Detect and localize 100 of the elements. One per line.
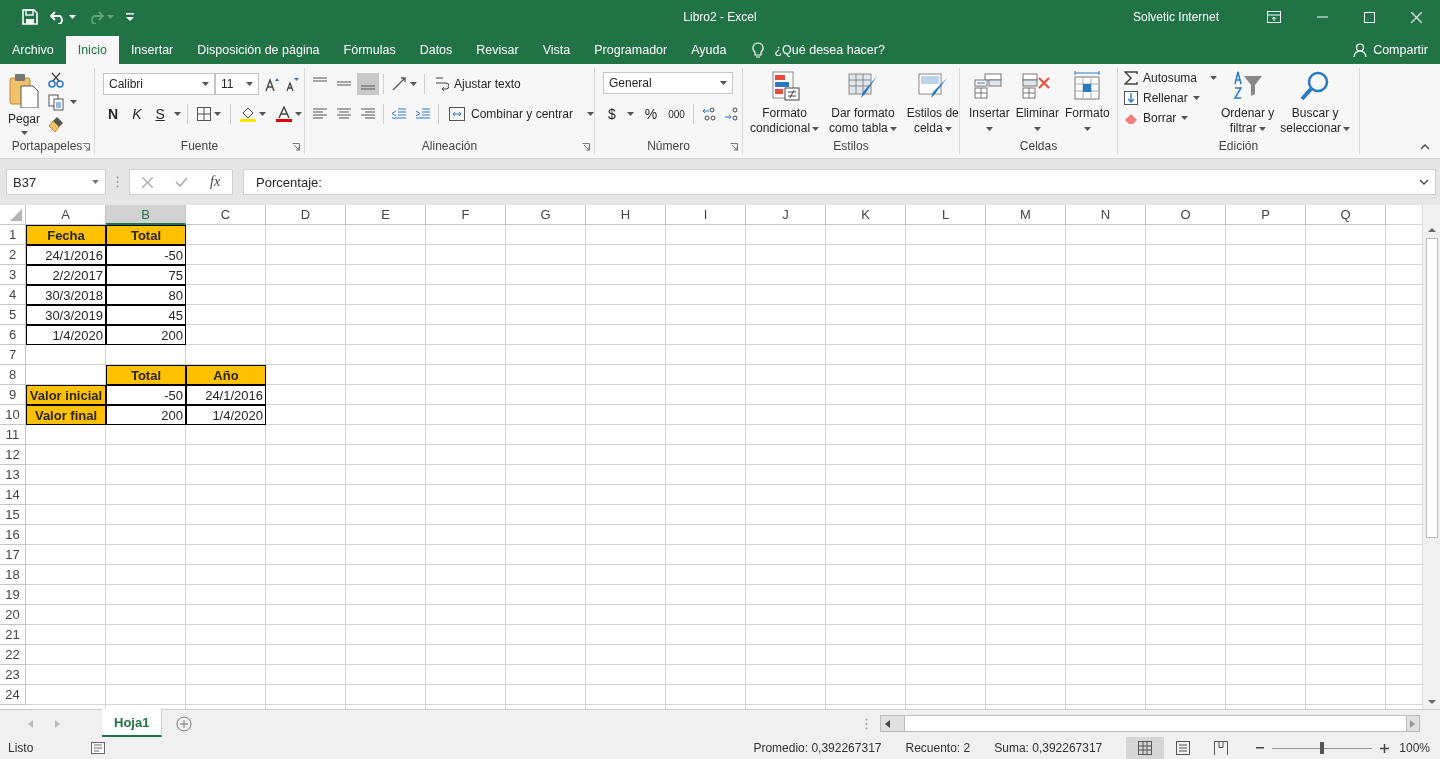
- row-header[interactable]: 3: [0, 265, 26, 285]
- row-header[interactable]: 23: [0, 665, 26, 685]
- column-header[interactable]: N: [1066, 205, 1146, 225]
- zoom-slider-thumb[interactable]: [1320, 741, 1325, 754]
- row-header[interactable]: 4: [0, 285, 26, 305]
- row-header[interactable]: 6: [0, 325, 26, 345]
- column-header[interactable]: J: [746, 205, 826, 225]
- row-header[interactable]: 10: [0, 405, 26, 425]
- spreadsheet-cell[interactable]: Fecha: [26, 225, 106, 245]
- spreadsheet-cell[interactable]: -50: [106, 385, 186, 405]
- dialog-launcher-icon[interactable]: [82, 143, 90, 151]
- number-format-dropdown[interactable]: General: [603, 72, 733, 94]
- font-size-dropdown[interactable]: 11: [215, 73, 259, 95]
- ribbon-button[interactable]: Formato condicional: [747, 68, 823, 138]
- column-header[interactable]: A: [26, 205, 106, 225]
- row-header[interactable]: 12: [0, 445, 26, 465]
- wrap-text-button[interactable]: Ajustar texto: [433, 75, 523, 93]
- merge-center-button[interactable]: Combinar y centrar: [447, 106, 597, 122]
- user-name[interactable]: Solvetic Internet: [1132, 10, 1219, 24]
- scroll-left-icon[interactable]: [885, 719, 890, 728]
- scissors-icon[interactable]: [48, 72, 64, 88]
- spreadsheet-cell[interactable]: 200: [106, 325, 186, 345]
- ribbon-button[interactable]: Formato: [1062, 68, 1113, 133]
- macro-record-icon[interactable]: [91, 742, 106, 754]
- grow-font-icon[interactable]: [265, 77, 279, 91]
- column-header[interactable]: Q: [1306, 205, 1386, 225]
- row-header[interactable]: 11: [0, 425, 26, 445]
- ribbon-button[interactable]: Insertar: [966, 68, 1013, 133]
- row-header[interactable]: 1: [0, 225, 26, 245]
- dialog-launcher-icon[interactable]: [730, 143, 738, 151]
- column-header[interactable]: D: [266, 205, 346, 225]
- spreadsheet-cell[interactable]: Total: [106, 365, 186, 385]
- spreadsheet-cell[interactable]: Año: [186, 365, 266, 385]
- ribbon-tab[interactable]: Datos: [407, 36, 465, 64]
- spreadsheet-cell[interactable]: 80: [106, 285, 186, 305]
- thousands-button[interactable]: 000: [668, 108, 685, 120]
- bold-button[interactable]: N: [103, 104, 124, 124]
- spreadsheet-cell[interactable]: 75: [106, 265, 186, 285]
- font-color-icon[interactable]: [275, 106, 292, 122]
- ribbon-button[interactable]: Ordenar y filtrar: [1218, 68, 1278, 138]
- close-icon[interactable]: [1411, 11, 1422, 23]
- column-header[interactable]: C: [186, 205, 266, 225]
- underline-button[interactable]: S: [150, 104, 170, 124]
- row-header[interactable]: 22: [0, 645, 26, 665]
- column-header[interactable]: F: [426, 205, 506, 225]
- column-header[interactable]: O: [1146, 205, 1226, 225]
- column-header[interactable]: M: [986, 205, 1066, 225]
- status-statistic[interactable]: Promedio: 0,392267317: [753, 741, 882, 755]
- page-break-icon[interactable]: [1214, 741, 1229, 755]
- status-statistic[interactable]: Recuento: 2: [905, 741, 971, 755]
- copy-icon[interactable]: [48, 93, 64, 111]
- customize-icon[interactable]: [126, 13, 134, 21]
- zoom-level[interactable]: 100%: [1399, 741, 1430, 755]
- row-header[interactable]: 14: [0, 485, 26, 505]
- ribbon-button[interactable]: Autosuma: [1122, 70, 1218, 86]
- fill-color-icon[interactable]: [239, 106, 256, 122]
- add-sheet-icon[interactable]: [176, 715, 193, 732]
- ribbon-tab[interactable]: Archivo: [0, 36, 66, 64]
- zoom-in-icon[interactable]: [1380, 743, 1390, 753]
- save-icon[interactable]: [22, 9, 38, 25]
- ribbon-tab[interactable]: Disposición de página: [185, 36, 332, 64]
- italic-button[interactable]: K: [127, 104, 147, 124]
- spreadsheet-cell[interactable]: 30/3/2019: [26, 305, 106, 325]
- dialog-launcher-icon[interactable]: [292, 143, 300, 151]
- ribbon-tab[interactable]: Revisar: [464, 36, 531, 64]
- spreadsheet-cell[interactable]: Valor inicial: [26, 385, 106, 405]
- row-header[interactable]: 24: [0, 685, 26, 705]
- ribbon-tab[interactable]: Inicio: [65, 36, 119, 64]
- row-header[interactable]: 13: [0, 465, 26, 485]
- row-header[interactable]: 18: [0, 565, 26, 585]
- name-box[interactable]: B37: [6, 169, 106, 195]
- row-header[interactable]: 17: [0, 545, 26, 565]
- row-header[interactable]: 2: [0, 245, 26, 265]
- row-header[interactable]: 9: [0, 385, 26, 405]
- spreadsheet-cell[interactable]: 1/4/2020: [186, 405, 266, 425]
- insert-function-button[interactable]: fx: [210, 174, 221, 190]
- spreadsheet-cell[interactable]: 24/1/2016: [186, 385, 266, 405]
- ribbon-button[interactable]: Eliminar: [1012, 68, 1063, 133]
- page-layout-icon[interactable]: [1176, 741, 1191, 755]
- ribbon-button[interactable]: Estilos de celda: [903, 68, 962, 138]
- spreadsheet-cell[interactable]: Total: [106, 225, 186, 245]
- scroll-down-icon[interactable]: [1427, 700, 1436, 705]
- column-header[interactable]: E: [346, 205, 426, 225]
- ribbon-tab[interactable]: Fórmulas: [331, 36, 408, 64]
- scrollbar-thumb[interactable]: [1425, 238, 1438, 538]
- formula-field[interactable]: Porcentaje:: [243, 169, 1436, 195]
- undo-icon[interactable]: [50, 10, 66, 24]
- decrease-decimal-icon[interactable]: [723, 107, 740, 121]
- spreadsheet-cell[interactable]: 1/4/2020: [26, 325, 106, 345]
- ribbon-button[interactable]: Buscar y seleccionar: [1277, 68, 1354, 138]
- spreadsheet-cell[interactable]: 2/2/2017: [26, 265, 106, 285]
- ribbon-button[interactable]: Borrar: [1122, 110, 1218, 126]
- row-header[interactable]: 16: [0, 525, 26, 545]
- tell-me-field[interactable]: ¿Qué desea hacer?: [774, 43, 885, 57]
- row-header[interactable]: 20: [0, 605, 26, 625]
- column-header[interactable]: G: [506, 205, 586, 225]
- column-header[interactable]: P: [1226, 205, 1306, 225]
- sheet-tab[interactable]: Hoja1: [102, 709, 163, 737]
- status-statistic[interactable]: Suma: 0,392267317: [994, 741, 1103, 755]
- percent-button[interactable]: %: [639, 104, 663, 124]
